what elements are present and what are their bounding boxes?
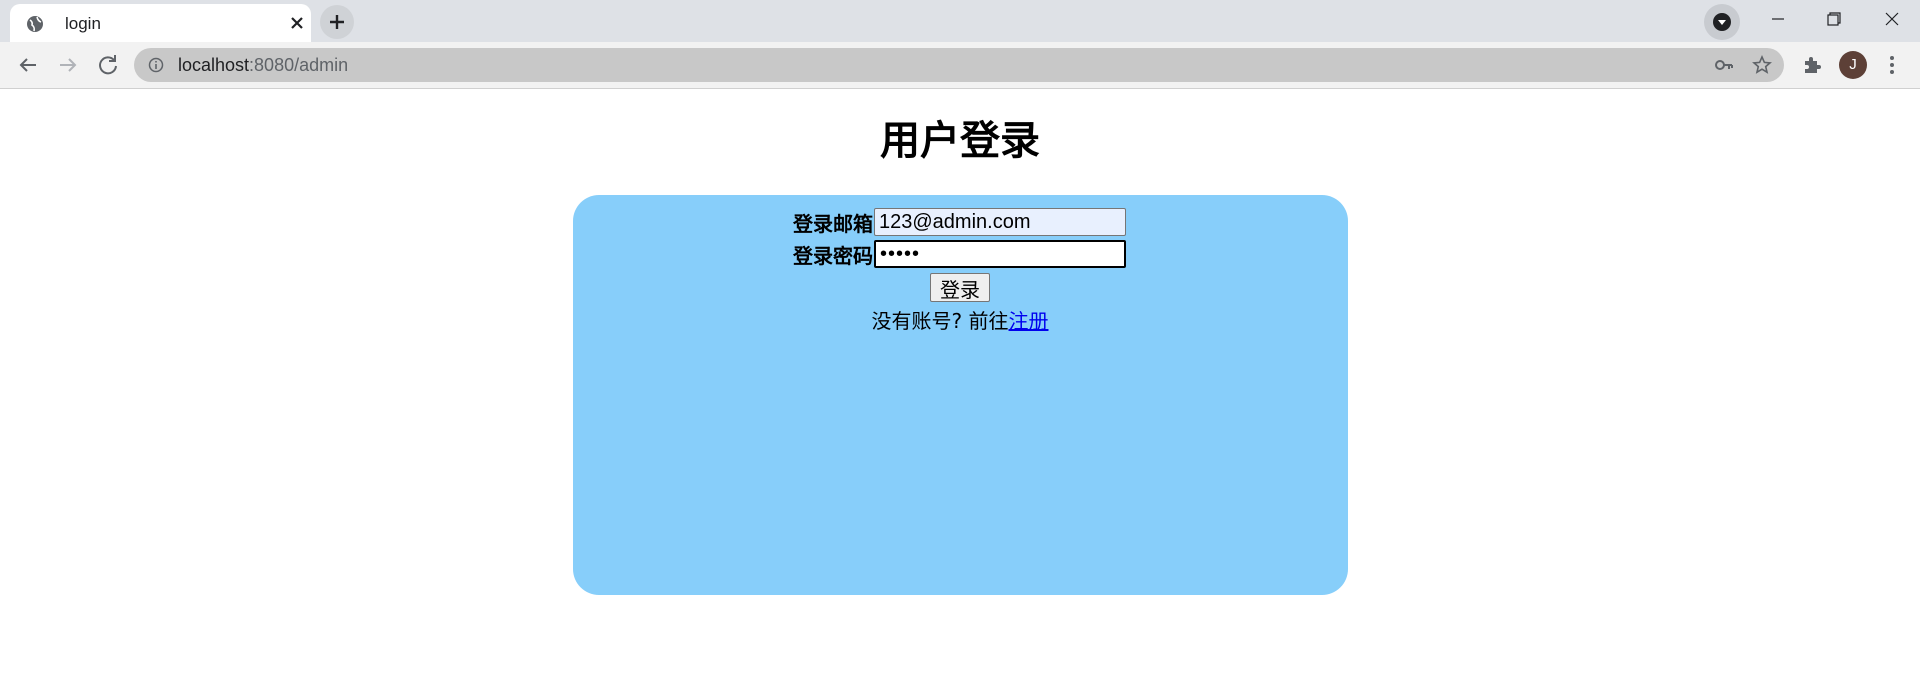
forward-arrow-icon[interactable] (54, 51, 82, 79)
extensions-puzzle-icon[interactable] (1800, 53, 1824, 77)
tab-strip: login (0, 0, 1920, 42)
browser-toolbar: localhost:8080/admin J (0, 42, 1920, 89)
tab-search-button[interactable] (1704, 4, 1740, 40)
back-arrow-icon[interactable] (14, 51, 42, 79)
minimize-button[interactable] (1750, 0, 1806, 40)
register-prompt-text: 没有账号? 前往 (871, 309, 1009, 333)
close-window-button[interactable] (1864, 0, 1920, 40)
reload-icon[interactable] (94, 51, 122, 79)
password-label: 登录密码 (793, 244, 873, 268)
globe-icon (27, 16, 43, 32)
restore-button[interactable] (1806, 0, 1862, 40)
register-link[interactable]: 注册 (1008, 309, 1048, 333)
tab-title: login (65, 14, 101, 33)
new-tab-button[interactable] (320, 5, 354, 39)
bookmark-star-icon[interactable] (1752, 55, 1772, 75)
url-path: :8080/admin (249, 55, 349, 75)
password-field[interactable] (874, 240, 1126, 268)
chevron-down-icon (1713, 13, 1731, 31)
key-icon[interactable] (1714, 56, 1734, 74)
browser-tab[interactable]: login (10, 4, 311, 42)
url-host: localhost (178, 55, 250, 75)
kebab-menu-icon[interactable] (1880, 53, 1904, 77)
avatar[interactable]: J (1839, 51, 1867, 79)
plus-icon (330, 15, 344, 29)
address-bar[interactable]: localhost:8080/admin (134, 48, 1784, 82)
email-field[interactable] (874, 208, 1126, 236)
info-icon[interactable] (148, 57, 164, 73)
register-prompt: 没有账号? 前往注册 (0, 305, 1920, 334)
login-button[interactable]: 登录 (930, 273, 990, 302)
page-title: 用户登录 (880, 119, 1040, 163)
close-tab-icon[interactable] (286, 12, 308, 34)
email-label: 登录邮箱 (793, 212, 873, 236)
url-text: localhost:8080/admin (178, 55, 348, 76)
